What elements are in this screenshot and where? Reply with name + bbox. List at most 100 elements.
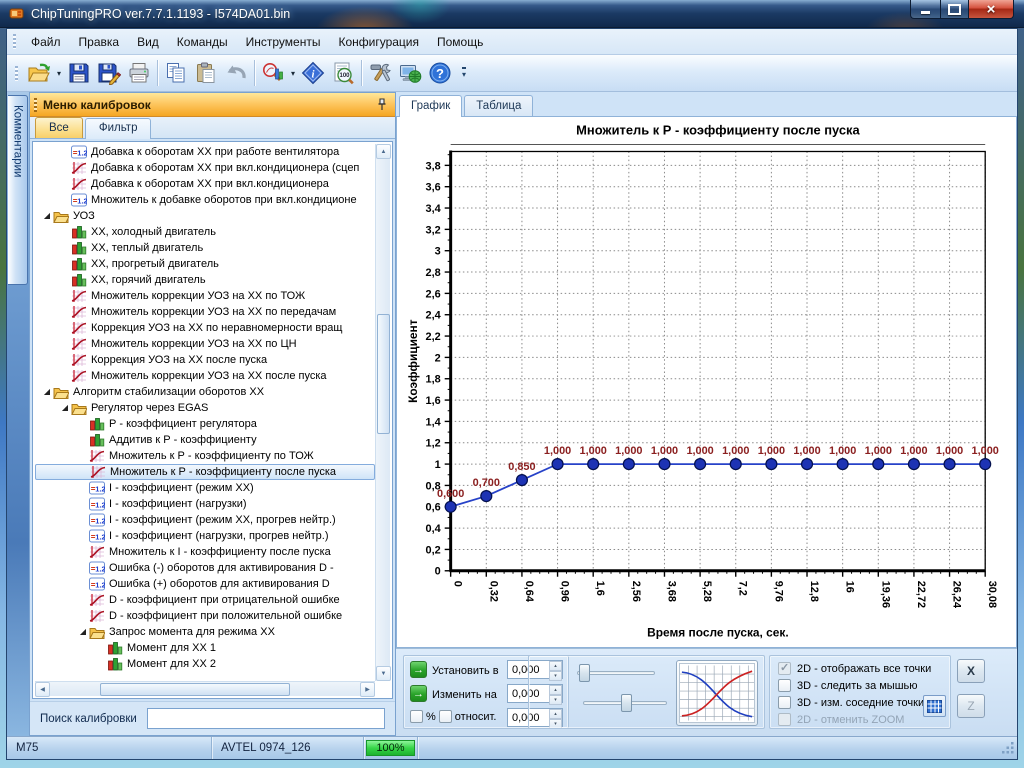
tree-item[interactable]: =1.2Ошибка (+) оборотов для активировани… bbox=[35, 576, 375, 592]
tools-button[interactable] bbox=[365, 58, 395, 88]
data-point[interactable] bbox=[552, 459, 563, 470]
tree-folder[interactable]: Алгоритм стабилизации оборотов ХХ bbox=[35, 384, 375, 400]
pin-icon[interactable] bbox=[374, 97, 390, 113]
tree-item[interactable]: =1.2Множитель к добавке оборотов при вкл… bbox=[35, 192, 375, 208]
expander-icon[interactable] bbox=[41, 208, 53, 224]
vertical-scroll-thumb[interactable] bbox=[377, 314, 390, 434]
grid-edit-button[interactable] bbox=[923, 695, 946, 717]
chart-svg[interactable]: Множитель к Р - коэффициенту после пуска… bbox=[397, 117, 1016, 647]
undo-button[interactable] bbox=[221, 58, 251, 88]
chart-area[interactable]: Множитель к Р - коэффициенту после пуска… bbox=[396, 116, 1017, 648]
network-button[interactable] bbox=[395, 58, 425, 88]
chart-compare-button[interactable] bbox=[258, 58, 288, 88]
tree-item[interactable]: D - коэффициент при отрицательной ошибке bbox=[35, 592, 375, 608]
menu-item-edit[interactable]: Правка bbox=[70, 31, 129, 53]
toolbar-overflow-button[interactable] bbox=[457, 58, 471, 88]
save-button[interactable] bbox=[64, 58, 94, 88]
menu-item-file[interactable]: Файл bbox=[22, 31, 70, 53]
tree-item[interactable]: =1.2Добавка к оборотам ХХ при работе вен… bbox=[35, 144, 375, 160]
save-as-button[interactable] bbox=[94, 58, 124, 88]
tree-item[interactable]: =1.2I - коэффициент (нагрузки, прогрев н… bbox=[35, 528, 375, 544]
curve-preview-button[interactable] bbox=[676, 660, 758, 726]
tree-item[interactable]: Множитель коррекции УОЗ на ХХ по ЦН bbox=[35, 336, 375, 352]
tree-item[interactable]: Аддитив к Р - коэффициенту bbox=[35, 432, 375, 448]
tree-item[interactable]: =1.2I - коэффициент (режим ХХ, прогрев н… bbox=[35, 512, 375, 528]
option-checkbox[interactable] bbox=[778, 679, 791, 692]
apply-change-button[interactable] bbox=[410, 685, 427, 702]
tab-all[interactable]: Все bbox=[35, 117, 83, 138]
tree-item[interactable]: ХХ, горячий двигатель bbox=[35, 272, 375, 288]
open-button[interactable] bbox=[24, 58, 54, 88]
comments-tab[interactable]: Комментарии bbox=[8, 95, 28, 285]
tree-folder[interactable]: Регулятор через EGAS bbox=[35, 400, 375, 416]
data-point[interactable] bbox=[980, 459, 991, 470]
expander-icon[interactable] bbox=[77, 624, 89, 640]
open-button-dropdown[interactable] bbox=[54, 58, 64, 88]
tab-filter[interactable]: Фильтр bbox=[85, 118, 152, 139]
close-button[interactable] bbox=[968, 0, 1014, 19]
data-point[interactable] bbox=[766, 459, 777, 470]
tree-item[interactable]: ХХ, холодный двигатель bbox=[35, 224, 375, 240]
calibration-search-input[interactable] bbox=[147, 708, 385, 729]
x-slider[interactable] bbox=[577, 664, 655, 682]
title-bar[interactable]: ChipTuningPRO ver.7.7.1.1193 - I574DA01.… bbox=[0, 0, 1024, 28]
data-point[interactable] bbox=[623, 459, 634, 470]
z-slider-thumb[interactable] bbox=[621, 694, 632, 712]
tree-item[interactable]: D - коэффициент при положительной ошибке bbox=[35, 608, 375, 624]
tree-item[interactable]: ХХ, прогретый двигатель bbox=[35, 256, 375, 272]
tree-item[interactable]: Множитель к I - коэффициенту после пуска bbox=[35, 544, 375, 560]
tree-item[interactable]: Множитель к Р - коэффициенту по ТОЖ bbox=[35, 448, 375, 464]
tree-item[interactable]: Множитель коррекции УОЗ на ХХ после пуск… bbox=[35, 368, 375, 384]
apply-set-button[interactable] bbox=[410, 661, 427, 678]
info-button[interactable]: i bbox=[298, 58, 328, 88]
data-point[interactable] bbox=[730, 459, 741, 470]
data-point[interactable] bbox=[873, 459, 884, 470]
data-point[interactable] bbox=[481, 491, 492, 502]
tree-item[interactable]: Момент для ХХ 1 bbox=[35, 640, 375, 656]
tree-item[interactable]: Коррекция УОЗ на ХХ по неравномерности в… bbox=[35, 320, 375, 336]
menu-item-view[interactable]: Вид bbox=[128, 31, 168, 53]
tree-item[interactable]: =1.2I - коэффициент (нагрузки) bbox=[35, 496, 375, 512]
tree-item[interactable]: Добавка к оборотам ХХ при вкл.кондиционе… bbox=[35, 160, 375, 176]
data-point[interactable] bbox=[659, 459, 670, 470]
tree-item[interactable]: Множитель коррекции УОЗ на ХХ по ТОЖ bbox=[35, 288, 375, 304]
scroll-right-icon[interactable]: ▶ bbox=[360, 682, 375, 697]
scroll-down-icon[interactable]: ▼ bbox=[376, 666, 391, 681]
preview-100-button[interactable]: 100 bbox=[328, 58, 358, 88]
tree-item[interactable]: Коррекция УОЗ на ХХ после пуска bbox=[35, 352, 375, 368]
tree-item[interactable]: Множитель коррекции УОЗ на ХХ по передач… bbox=[35, 304, 375, 320]
menu-item-help[interactable]: Помощь bbox=[428, 31, 492, 53]
tree-horizontal-scrollbar[interactable]: ◀ ▶ bbox=[35, 681, 375, 696]
percent-checkbox[interactable] bbox=[410, 710, 423, 723]
tree-folder[interactable]: Запрос момента для режима ХХ bbox=[35, 624, 375, 640]
help-button[interactable]: ? bbox=[425, 58, 455, 88]
tree-vertical-scrollbar[interactable]: ▲ ▼ bbox=[375, 144, 390, 681]
data-point[interactable] bbox=[802, 459, 813, 470]
tree-item[interactable]: =1.2I - коэффициент (режим ХХ) bbox=[35, 480, 375, 496]
resize-grip-icon[interactable] bbox=[1002, 742, 1015, 755]
tab-graph[interactable]: График bbox=[399, 95, 462, 117]
chart-compare-button-dropdown[interactable] bbox=[288, 58, 298, 88]
minimize-button[interactable] bbox=[910, 0, 940, 19]
scroll-left-icon[interactable]: ◀ bbox=[35, 682, 50, 697]
tree-item[interactable]: Момент для ХХ 2 bbox=[35, 656, 375, 672]
scroll-up-icon[interactable]: ▲ bbox=[376, 144, 391, 159]
tree-item[interactable]: =1.2Ошибка (-) оборотов для активировани… bbox=[35, 560, 375, 576]
option-checkbox[interactable] bbox=[778, 696, 791, 709]
tree-folder[interactable]: УОЗ bbox=[35, 208, 375, 224]
z-axis-button[interactable]: Z bbox=[957, 694, 985, 718]
menu-item-configuration[interactable]: Конфигурация bbox=[329, 31, 428, 53]
data-point[interactable] bbox=[588, 459, 599, 470]
data-point[interactable] bbox=[837, 459, 848, 470]
option-checkbox[interactable] bbox=[778, 662, 791, 675]
menu-item-instruments[interactable]: Инструменты bbox=[237, 31, 330, 53]
x-axis-button[interactable]: X bbox=[957, 659, 985, 683]
data-point[interactable] bbox=[944, 459, 955, 470]
tab-table[interactable]: Таблица bbox=[464, 95, 533, 116]
data-point[interactable] bbox=[908, 459, 919, 470]
horizontal-scroll-thumb[interactable] bbox=[100, 683, 290, 696]
x-slider-thumb[interactable] bbox=[579, 664, 590, 682]
relative-checkbox[interactable] bbox=[439, 710, 452, 723]
tree-item[interactable]: ХХ, теплый двигатель bbox=[35, 240, 375, 256]
data-point[interactable] bbox=[695, 459, 706, 470]
